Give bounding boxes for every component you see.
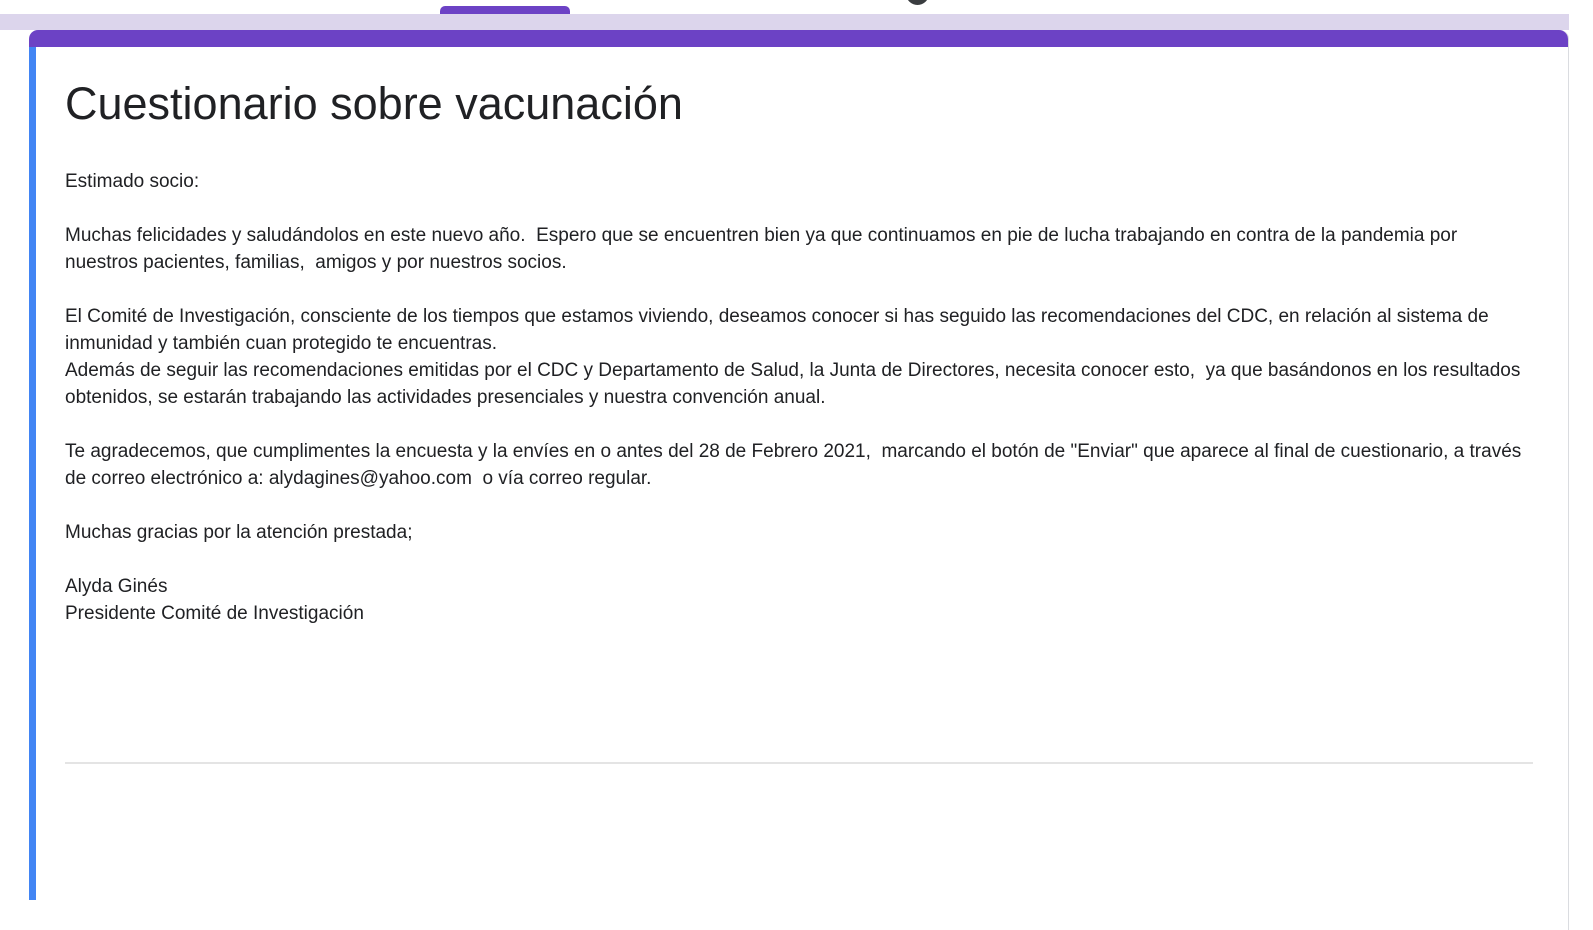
section-divider xyxy=(65,762,1533,764)
page-background-strip xyxy=(0,14,1569,30)
card-theme-bar xyxy=(29,30,1568,47)
form-header-card[interactable]: Cuestionario sobre vacunación Estimado s… xyxy=(29,30,1569,930)
active-tab-indicator xyxy=(440,6,570,14)
top-toolbar xyxy=(0,0,1569,14)
form-title[interactable]: Cuestionario sobre vacunación xyxy=(65,75,1533,132)
form-description[interactable]: Estimado socio: Muchas felicidades y sal… xyxy=(65,168,1533,627)
avatar-icon[interactable] xyxy=(906,0,929,5)
form-header-body: Cuestionario sobre vacunación Estimado s… xyxy=(29,47,1568,900)
